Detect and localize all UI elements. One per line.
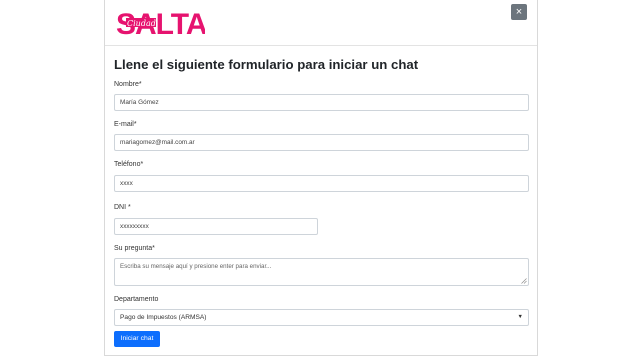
- form-title: Llene el siguiente formulario para inici…: [114, 57, 419, 72]
- dni-input[interactable]: xxxxxxxxx: [114, 218, 318, 235]
- telefono-input[interactable]: xxxx: [114, 175, 529, 192]
- email-label: E-mail*: [114, 121, 137, 128]
- chat-form-panel: SALTA Ciudad × Llene el siguiente formul…: [104, 0, 538, 356]
- departamento-select[interactable]: Pago de Impuestos (ARMSA) ▼: [114, 309, 529, 326]
- pregunta-textarea[interactable]: Escriba su mensaje aquí y presione enter…: [114, 258, 529, 286]
- svg-text:Ciudad: Ciudad: [127, 19, 156, 28]
- pregunta-placeholder: Escriba su mensaje aquí y presione enter…: [120, 263, 272, 270]
- departamento-selected: Pago de Impuestos (ARMSA): [120, 314, 207, 321]
- telefono-label: Teléfono*: [114, 161, 144, 168]
- nombre-input[interactable]: María Gómez: [114, 94, 529, 111]
- iniciar-chat-button[interactable]: Iniciar chat: [114, 331, 160, 347]
- departamento-label: Departamento: [114, 296, 159, 303]
- nombre-label: Nombre*: [114, 81, 142, 88]
- resize-grip-icon[interactable]: [521, 278, 527, 284]
- panel-header: SALTA Ciudad ×: [105, 0, 537, 46]
- dni-label: DNI *: [114, 204, 131, 211]
- email-input[interactable]: mariagomez@mail.com.ar: [114, 134, 529, 151]
- close-icon: ×: [515, 6, 523, 18]
- ciudad-salta-logo: SALTA Ciudad: [116, 8, 205, 40]
- pregunta-label: Su pregunta*: [114, 245, 155, 252]
- caret-down-icon: ▼: [517, 314, 523, 320]
- close-button[interactable]: ×: [511, 4, 527, 20]
